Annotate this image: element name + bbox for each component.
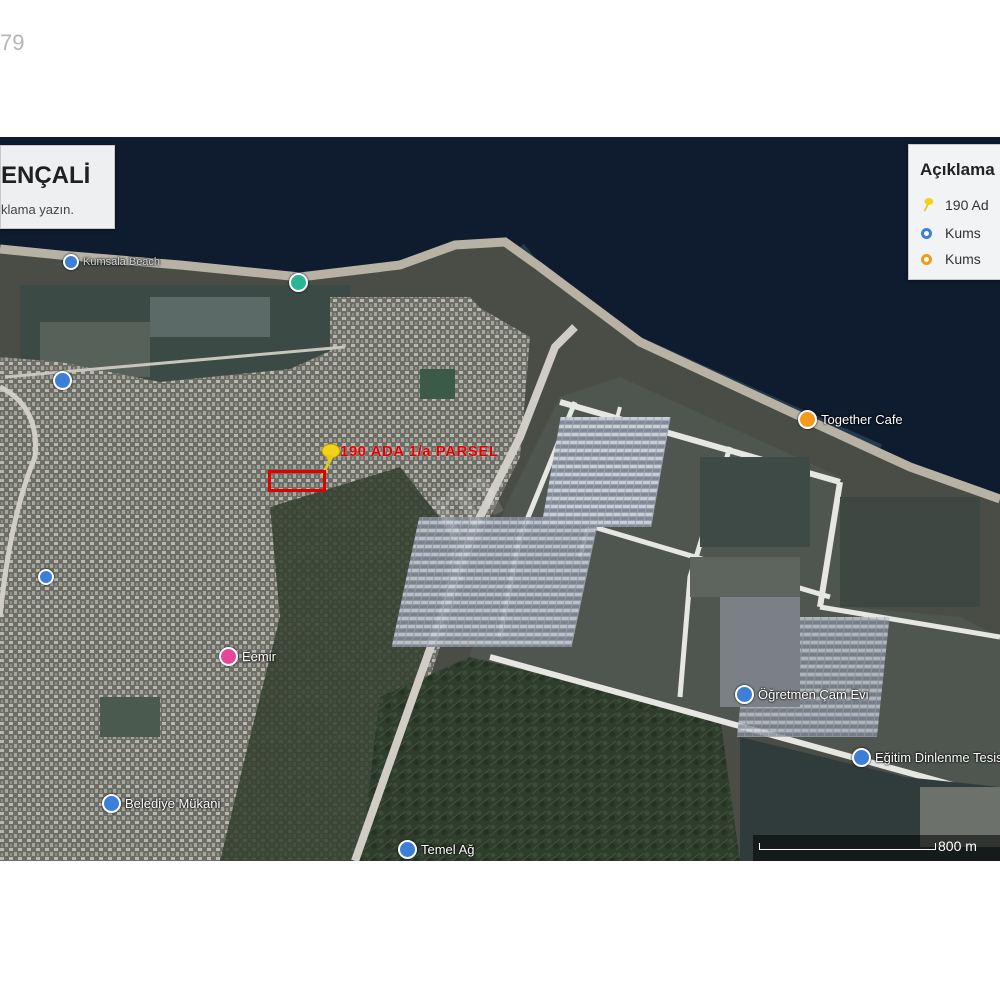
map-title: ENÇALİ: [1, 162, 91, 189]
poi-kumsala-beach[interactable]: Kumsala Beach: [63, 254, 160, 270]
blue-location-icon: [38, 569, 54, 585]
poi-label: Kumsala Beach: [83, 256, 161, 268]
legend-item: Kums: [921, 249, 981, 269]
poi-label: Together Cafe: [821, 412, 903, 427]
poi-belediye-mukani[interactable]: Belediye Mükani: [102, 794, 220, 813]
pink-location-icon: [219, 647, 238, 666]
poi-label: Öğretmen Çam Evi: [758, 687, 869, 702]
legend-title: Açıklama: [920, 160, 995, 179]
poi-teal[interactable]: [289, 273, 312, 292]
legend-label: Kums: [945, 225, 981, 241]
listing-id-fragment: 79: [0, 30, 25, 55]
poi-label: Temel Ağ: [421, 842, 475, 857]
legend-label: 190 Ad: [945, 197, 989, 213]
legend-label: Kums: [945, 251, 981, 267]
scale-bar-line: [759, 843, 936, 850]
poi-together-cafe[interactable]: Together Cafe: [798, 410, 903, 429]
orange-circle-icon: [921, 253, 932, 265]
poi-label: Eğitim Dinlenme Tesisi: [875, 750, 1000, 765]
orange-location-icon: [798, 410, 817, 429]
poi-ogretmen-cam-evi[interactable]: Öğretmen Çam Evi: [735, 685, 869, 704]
satellite-map[interactable]: m Kumsala Beach Together Cafe Eemir Öğre…: [0, 137, 1000, 861]
poi-egitim-dinlenme[interactable]: Eğitim Dinlenme Tesisi: [852, 748, 1000, 767]
poi-label: Eemir: [242, 649, 276, 664]
poi-label: Belediye Mükani: [125, 796, 221, 811]
scale-bar: 800 m: [753, 835, 1000, 861]
map-title-panel: ENÇALİ klama yazın.: [0, 145, 115, 229]
blue-location-icon: [398, 840, 417, 859]
map-legend: Açıklama 190 Ad Kums Kums: [908, 144, 1000, 280]
poi-blue-west[interactable]: [53, 371, 76, 390]
blue-location-icon: [102, 794, 121, 813]
teal-location-icon: [289, 273, 308, 292]
blue-location-icon: [63, 254, 79, 270]
poi-blue-west-lower[interactable]: [38, 569, 58, 585]
map-subtitle: klama yazın.: [1, 202, 74, 217]
parcel-label: 190 ADA 1/a PARSEL: [340, 443, 499, 460]
poi-temel-ag[interactable]: Temel Ağ: [398, 840, 474, 859]
blue-location-icon: [53, 371, 72, 390]
yellow-pushpin-icon: [923, 198, 934, 212]
parcel-highlight: [268, 470, 326, 492]
legend-item: 190 Ad: [921, 195, 989, 215]
blue-location-icon: [852, 748, 871, 767]
legend-item: Kums: [921, 223, 981, 243]
poi-eemir[interactable]: Eemir: [219, 647, 276, 666]
scale-label: 800 m: [938, 838, 977, 854]
blue-location-icon: [735, 685, 754, 704]
blue-circle-icon: [921, 227, 932, 239]
